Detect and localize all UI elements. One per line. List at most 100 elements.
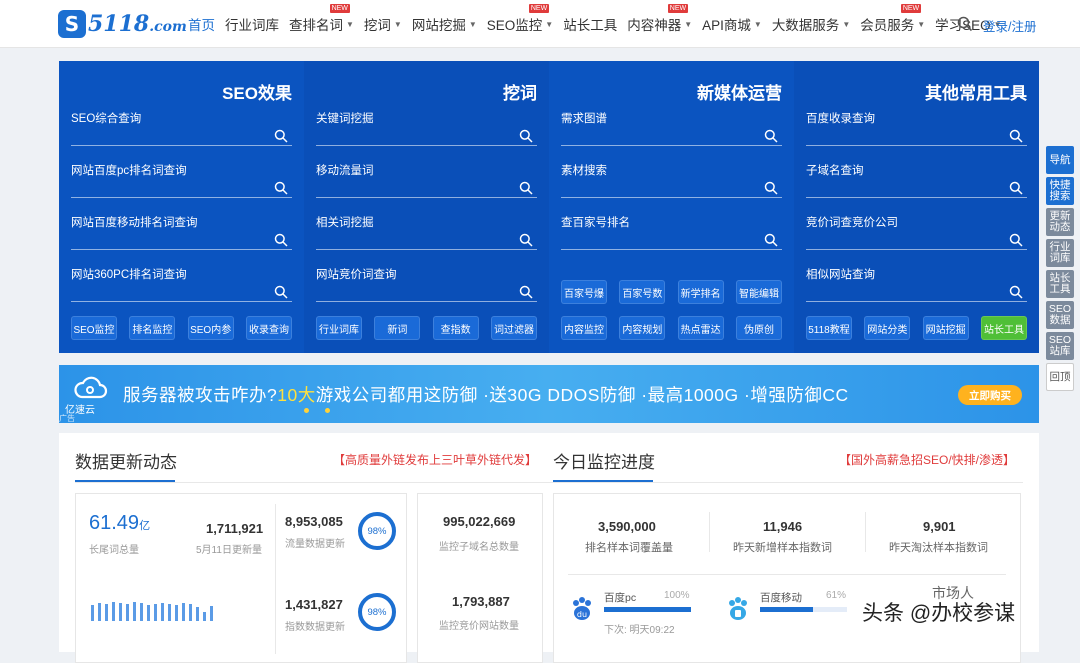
tool-search-field[interactable]: SEO综合查询 xyxy=(71,110,292,146)
search-icon[interactable] xyxy=(519,181,533,195)
longtail-caption: 长尾词总量 xyxy=(89,545,139,556)
bid-site-count-value: 1,793,887 xyxy=(452,594,510,609)
search-icon[interactable] xyxy=(1009,129,1023,143)
ranking-sample-value: 3,590,000 xyxy=(598,519,656,534)
menu-item[interactable]: 站长工具 xyxy=(563,14,617,34)
tool-button[interactable]: 网站分类 xyxy=(864,316,911,340)
job-ad-link[interactable]: 【国外高薪急招SEO/快排/渗透】 xyxy=(839,451,1015,468)
carousel-dots[interactable] xyxy=(304,408,330,413)
tool-button-row: 5118教程 网站分类 网站挖掘 站长工具 xyxy=(806,316,1027,340)
ad-label: 广告 xyxy=(59,414,75,423)
menu-item[interactable]: 网站挖掘 ▼ xyxy=(412,14,477,34)
tool-search-field[interactable]: 需求图谱 xyxy=(561,110,782,146)
tool-button[interactable]: 查指数 xyxy=(432,316,479,340)
side-nav-button[interactable]: 行业词库 xyxy=(1046,239,1074,267)
tool-button[interactable]: SEO监控 xyxy=(71,316,117,340)
tool-search-field[interactable]: 百度收录查询 xyxy=(806,110,1027,146)
longtail-total: 61.49亿 xyxy=(89,512,151,534)
login-register-link[interactable]: 登录/注册 xyxy=(983,16,1036,35)
trend-bar xyxy=(175,605,178,621)
tool-button[interactable]: 5118教程 xyxy=(806,316,852,340)
tool-button[interactable]: SEO内参 xyxy=(187,316,234,340)
new-badge: NEW xyxy=(667,4,689,13)
tool-button[interactable]: 百家号爆 xyxy=(561,280,607,304)
panel-title: 其他常用工具 xyxy=(925,84,1027,103)
tool-search-field[interactable]: 移动流量词 xyxy=(316,162,537,198)
menu-item[interactable]: API商城 ▼ xyxy=(702,14,762,34)
side-nav-button[interactable]: 回顶 xyxy=(1046,363,1074,391)
tool-button[interactable]: 新词 xyxy=(374,316,421,340)
tool-search-field[interactable]: 网站竞价词查询 xyxy=(316,266,537,302)
ad-banner[interactable]: 亿速云 广告 服务器被攻击咋办?10大游戏公司都用这防御 ·送30G DDOS防… xyxy=(59,365,1039,423)
caret-down-icon: ▼ xyxy=(545,19,554,29)
tool-button[interactable]: 排名监控 xyxy=(129,316,176,340)
search-icon[interactable] xyxy=(1009,285,1023,299)
menu-item-label: 网站挖掘 xyxy=(411,18,466,33)
search-icon[interactable] xyxy=(764,129,778,143)
tool-button[interactable]: 词过滤器 xyxy=(490,316,537,340)
tool-search-field[interactable]: 查百家号排名 xyxy=(561,214,782,250)
tool-search-field[interactable]: 网站百度移动排名词查询 xyxy=(71,214,292,250)
buy-now-button[interactable]: 立即购买 xyxy=(958,385,1022,405)
tool-search-field[interactable]: 竞价词查竞价公司 xyxy=(806,214,1027,250)
side-nav-button[interactable]: 快捷搜索 xyxy=(1046,177,1074,205)
tool-button[interactable]: 新学排名 xyxy=(677,280,724,304)
tool-button[interactable]: 站长工具 xyxy=(980,316,1027,340)
menu-item[interactable]: 内容神器 ▼ NEW xyxy=(627,4,692,34)
search-icon[interactable] xyxy=(519,129,533,143)
menu-item[interactable]: SEO监控 ▼ NEW xyxy=(487,4,554,34)
menu-item-label: 站长工具 xyxy=(563,18,618,33)
tool-panel: 新媒体运营 需求图谱 素材搜索 查百家号排名 百家号爆 百家号数 新学排名 智能编辑 内容监控内… xyxy=(549,61,794,353)
tool-button[interactable]: 收录查询 xyxy=(245,316,292,340)
tool-button[interactable]: 行业词库 xyxy=(316,316,362,340)
tool-search-field[interactable]: 相似网站查询 xyxy=(806,266,1027,302)
trend-bar xyxy=(182,603,185,621)
tool-search-field[interactable]: 相关词挖掘 xyxy=(316,214,537,250)
tool-button[interactable]: 智能编辑 xyxy=(735,280,782,304)
search-icon[interactable] xyxy=(274,233,288,247)
tool-button[interactable]: 热点雷达 xyxy=(677,316,724,340)
search-icon[interactable] xyxy=(1009,181,1023,195)
trend-bar xyxy=(140,603,143,621)
menu-item[interactable]: 大数据服务 ▼ xyxy=(772,14,850,34)
side-nav-button[interactable]: SEO站库 xyxy=(1046,332,1074,360)
site-logo[interactable]: S 5118.com xyxy=(58,10,187,38)
side-nav-button[interactable]: 更新动态 xyxy=(1046,208,1074,236)
daily-update-value: 1,711,921 xyxy=(206,521,264,536)
trend-bar xyxy=(168,604,171,621)
new-badge: NEW xyxy=(900,4,922,13)
tool-search-field[interactable]: 素材搜索 xyxy=(561,162,782,198)
search-icon[interactable] xyxy=(519,285,533,299)
tool-search-field[interactable]: 网站百度pc排名词查询 xyxy=(71,162,292,198)
tool-button[interactable]: 网站挖掘 xyxy=(922,316,969,340)
search-icon[interactable] xyxy=(274,129,288,143)
field-label: 相似网站查询 xyxy=(806,269,875,281)
tool-search-field[interactable]: 网站360PC排名词查询 xyxy=(71,266,292,302)
side-nav-button[interactable]: 导航 xyxy=(1046,146,1074,174)
menu-item[interactable]: 查排名词 ▼ NEW xyxy=(289,4,354,34)
tool-button[interactable]: 内容监控 xyxy=(561,316,607,340)
search-icon[interactable] xyxy=(764,181,778,195)
search-icon[interactable] xyxy=(764,233,778,247)
menu-item[interactable]: 会员服务 ▼ NEW xyxy=(860,4,925,34)
search-icon[interactable] xyxy=(1009,233,1023,247)
tool-search-field[interactable]: 关键词挖掘 xyxy=(316,110,537,146)
backlink-ad-link[interactable]: 【高质量外链发布上三叶草外链代发】 xyxy=(333,451,537,468)
search-icon[interactable] xyxy=(957,16,973,32)
search-icon[interactable] xyxy=(274,285,288,299)
search-icon[interactable] xyxy=(274,181,288,195)
side-nav-button[interactable]: 站长工具 xyxy=(1046,270,1074,298)
tool-search-field[interactable]: 子域名查询 xyxy=(806,162,1027,198)
caret-down-icon: ▼ xyxy=(753,19,762,29)
search-icon[interactable] xyxy=(519,233,533,247)
baidu-mobile-percent: 61% xyxy=(826,590,847,601)
side-nav-button[interactable]: SEO数据 xyxy=(1046,301,1074,329)
menu-item[interactable]: 首页 xyxy=(188,14,215,34)
menu-item[interactable]: 挖词 ▼ xyxy=(364,14,402,34)
panel-title: 挖词 xyxy=(503,84,537,103)
menu-item[interactable]: 行业词库 xyxy=(225,14,279,34)
tool-button[interactable]: 伪原创 xyxy=(735,316,782,340)
tool-button[interactable]: 内容规划 xyxy=(619,316,666,340)
tool-button[interactable]: 百家号数 xyxy=(619,280,666,304)
main-menu: 首页 行业词库 查排名词 ▼ NEW 挖词 ▼ 网站挖掘 ▼ SEO监控 ▼ NEW 站长工具 内容神器 ▼… xyxy=(188,0,1012,48)
